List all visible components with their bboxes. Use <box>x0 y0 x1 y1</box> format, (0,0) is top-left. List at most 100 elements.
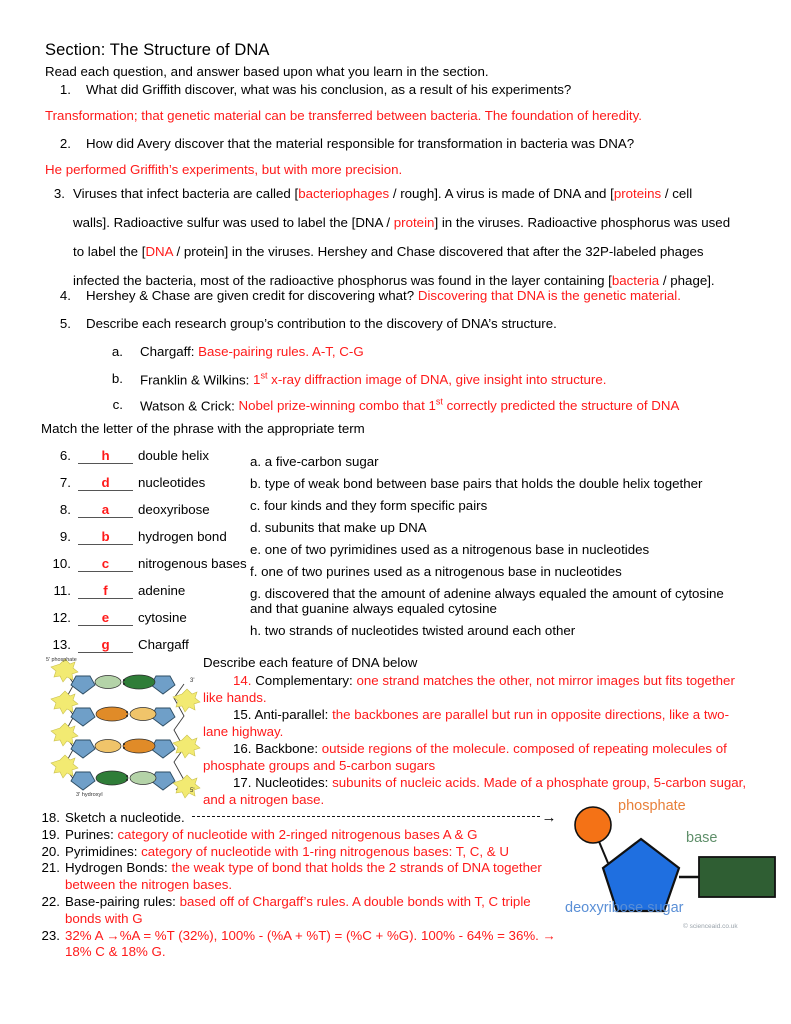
matching-row-13-answer-blank[interactable]: g <box>78 637 133 653</box>
bottom-item-23: 23. 32% A →%A = %T (32%), 100% - (%A + %… <box>42 927 565 962</box>
matching-row-6-term: double helix <box>138 448 209 463</box>
matching-option-h: h. two strands of nucleotides twisted ar… <box>250 623 576 638</box>
describe-item-15-number: 15. <box>233 707 252 722</box>
bottom-item-20-term: Pyrimidines: <box>65 843 142 859</box>
question-5-item-a-answer: Base-pairing rules. A-T, C-G <box>198 344 364 359</box>
question-4-answer: Discovering that DNA is the genetic mate… <box>417 288 681 303</box>
question-3: 3. Viruses that infect bacteria are call… <box>54 186 773 302</box>
matching-row-8-term: deoxyribose <box>138 502 210 517</box>
phosphate-circle-icon <box>574 806 612 844</box>
dna-ladder-icon: 5' phosphate 3' 3' hydroxyl 5' <box>46 657 201 799</box>
matching-row-9-number: 9. <box>59 529 71 544</box>
bottom-item-20-text: Pyrimidines: category of nucleotide with… <box>65 844 565 861</box>
bottom-item-20-answer: category of nucleotide with 1-ring nitro… <box>141 843 509 859</box>
bottom-item-21-term: Hydrogen Bonds: <box>65 860 172 876</box>
bottom-item-21-text: Hydrogen Bonds: the weak type of bond th… <box>65 860 565 894</box>
question-2-prompt: How did Avery discover that the material… <box>86 136 635 151</box>
question-1-prompt: What did Griffith discover, what was his… <box>86 82 572 97</box>
base-rectangle-icon <box>698 856 776 898</box>
question-1-number: 1. <box>59 82 71 97</box>
matching-row-10-term: nitrogenous bases <box>138 556 247 571</box>
worksheet-page: Section: The Structure of DNA Read each … <box>0 0 791 1024</box>
bottom-item-20-number: 20. <box>41 843 61 859</box>
bottom-item-21-number: 21. <box>41 860 61 876</box>
describe-item-14-term: Complementary: <box>255 673 357 688</box>
question-5-item-c: c. Watson & Crick: Nobel prize-winning c… <box>113 397 680 414</box>
question-5-item-a-label: a. <box>111 344 123 359</box>
matching-row-10-number: 10. <box>52 556 72 571</box>
question-3-line-2: walls]. Radioactive sulfur was used to l… <box>73 215 731 230</box>
describe-item-16: 16. Backbone: outside regions of the mol… <box>203 741 748 775</box>
describe-item-15: 15. Anti-parallel: the backbones are par… <box>203 707 748 741</box>
matching-row-10-answer-blank[interactable]: c <box>78 556 133 572</box>
describe-item-17-number: 17. <box>233 775 252 790</box>
nucleotide-figure-credit: © scienceaid.co.uk <box>683 923 738 930</box>
instructions-text: Read each question, and answer based upo… <box>45 64 489 79</box>
matching-row-7-term: nucleotides <box>138 475 206 490</box>
matching-option-a: a. a five-carbon sugar <box>250 454 379 469</box>
describe-item-16-term: Backbone: <box>255 741 322 756</box>
bottom-item-22-term: Base-pairing rules: <box>65 894 180 910</box>
sketch-dashed-line <box>192 815 541 818</box>
question-4-number: 4. <box>59 288 71 303</box>
matching-row-8-number: 8. <box>59 502 71 517</box>
question-2: 2. How did Avery discover that the mater… <box>45 136 634 151</box>
matching-option-f: f. one of two purines used as a nitrogen… <box>250 564 622 579</box>
bottom-item-19-number: 19. <box>41 826 61 842</box>
bottom-item-19-text: Purines: category of nucleotide with 2-r… <box>65 827 565 844</box>
nucleotide-label-base: base <box>686 830 718 846</box>
bottom-item-18-term: Sketch a nucleotide. <box>65 810 189 825</box>
matching-option-g: g. discovered that the amount of adenine… <box>250 586 724 601</box>
matching-row-9-answer-blank[interactable]: b <box>78 529 133 545</box>
question-5-item-b-answer: 1st x-ray diffraction image of DNA, give… <box>253 371 607 388</box>
matching-option-g-continued: and that guanine always equaled cytosine <box>250 601 497 616</box>
matching-option-c: c. four kinds and they form specific pai… <box>250 498 488 513</box>
matching-row-11-answer-blank[interactable]: f <box>78 583 133 599</box>
page-title: Section: The Structure of DNA <box>45 41 270 59</box>
bottom-item-21: 21. Hydrogen Bonds: the weak type of bon… <box>42 860 565 894</box>
question-5-item-a-term: Chargaff: <box>140 344 199 359</box>
bottom-item-19-answer: category of nucleotide with 2-ringed nit… <box>117 826 478 842</box>
question-5-item-c-label: c. <box>112 397 123 412</box>
question-3-line-3: to label the [DNA / protein] in the viru… <box>73 244 704 259</box>
matching-row-8-answer-blank[interactable]: a <box>78 502 133 518</box>
matching-row-6-number: 6. <box>59 448 71 463</box>
nucleotide-figure: phosphate base deoxyribose sugar © scien… <box>563 795 785 935</box>
question-4-prompt: Hershey & Chase are given credit for dis… <box>86 288 418 303</box>
ladder-label-top-left: 5' phosphate <box>46 657 77 663</box>
matching-row-13-term: Chargaff <box>138 637 189 652</box>
matching-row-7-answer-blank[interactable]: d <box>78 475 133 491</box>
matching-option-d: d. subunits that make up DNA <box>250 520 427 535</box>
question-5-number: 5. <box>59 316 71 331</box>
bottom-item-22-number: 22. <box>41 894 61 910</box>
question-5-prompt: Describe each research group’s contribut… <box>86 316 557 331</box>
matching-row-12-number: 12. <box>52 610 72 625</box>
dna-ladder-figure: 5' phosphate 3' 3' hydroxyl 5' <box>44 654 204 802</box>
matching-row-12-answer-blank[interactable]: e <box>78 610 133 626</box>
describe-item-17-term: Nucleotides: <box>255 775 333 790</box>
question-2-answer: He performed Griffith’s experiments, but… <box>45 162 403 177</box>
bottom-item-18-text: Sketch a nucleotide. → <box>65 809 565 827</box>
matching-row-12-term: cytosine <box>138 610 187 625</box>
ladder-label-bottom-right: 5' <box>190 788 194 794</box>
matching-row-13-number: 13. <box>52 637 72 652</box>
question-4-body: Hershey & Chase are given credit for dis… <box>86 288 681 303</box>
nucleotide-label-sugar: deoxyribose sugar <box>565 900 684 916</box>
question-5-item-b: b. Franklin & Wilkins: 1st x-ray diffrac… <box>112 371 607 388</box>
question-5-item-a: a. Chargaff: Base-pairing rules. A-T, C-… <box>112 344 364 359</box>
question-5-item-c-term: Watson & Crick: <box>140 398 239 414</box>
bottom-item-23-answer: 32% A →%A = %T (32%), 100% - (%A + %T) =… <box>65 927 556 960</box>
matching-row-11-number: 11. <box>53 583 72 598</box>
bottom-item-18-number: 18. <box>41 810 61 825</box>
bottom-list: 18. Sketch a nucleotide. → 19. Purines: … <box>42 809 565 962</box>
question-5-item-b-label: b. <box>111 371 123 386</box>
nucleotide-label-phosphate: phosphate <box>618 798 686 814</box>
ladder-label-bottom-left: 3' hydroxyl <box>76 792 103 798</box>
bottom-item-18: 18. Sketch a nucleotide. → <box>42 809 565 827</box>
question-1-answer: Transformation; that genetic material ca… <box>45 108 642 123</box>
question-5: 5. Describe each research group’s contri… <box>45 316 557 331</box>
matching-option-b: b. type of weak bond between base pairs … <box>250 476 703 491</box>
sketch-arrow-icon: → <box>541 809 557 827</box>
describe-item-15-term: Anti-parallel: <box>254 707 333 722</box>
matching-row-6-answer-blank[interactable]: h <box>78 448 133 464</box>
